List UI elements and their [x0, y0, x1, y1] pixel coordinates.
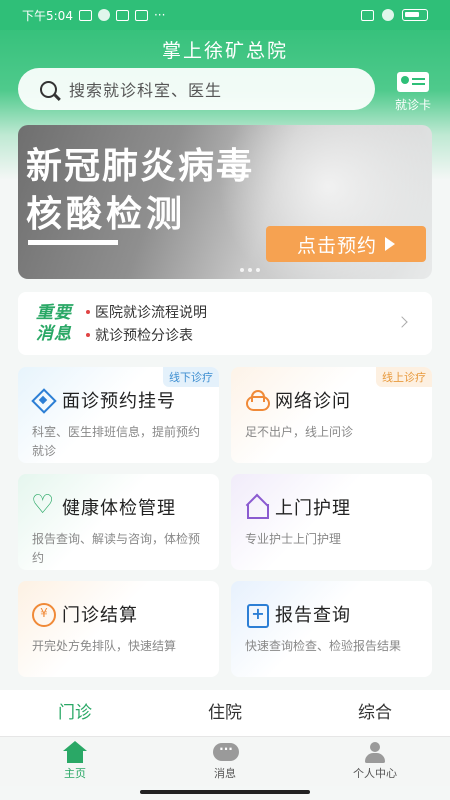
banner-title-line1: 新冠肺炎病毒	[26, 146, 255, 187]
important-news[interactable]: 重要 消息 医院就诊流程说明 就诊预检分诊表	[18, 292, 432, 355]
diamond-icon	[32, 389, 54, 411]
news-tag-line2: 消息	[36, 323, 72, 344]
search-input[interactable]: 搜索就诊科室、医生	[18, 68, 375, 110]
chevron-right-icon[interactable]	[396, 316, 408, 328]
play-icon	[385, 237, 395, 251]
app-title: 掌上徐矿总院	[161, 40, 288, 62]
tab-outpatient[interactable]: 门诊	[0, 690, 150, 736]
home-icon	[61, 741, 89, 765]
carousel-indicator	[240, 268, 260, 272]
service-title: 报告查询	[275, 605, 351, 626]
service-health-checkup[interactable]: 健康体检管理 报告查询、解读与咨询，体检预约	[18, 474, 219, 570]
nav-label: 个人中心	[353, 767, 397, 780]
carousel-dot	[248, 268, 252, 272]
message-icon	[211, 741, 239, 765]
service-title: 上门护理	[275, 498, 351, 519]
nav-label: 消息	[214, 767, 236, 780]
service-appointment[interactable]: 线下诊疗 面诊预约挂号 科室、医生排班信息，提前预约就诊	[18, 367, 219, 463]
service-desc: 足不出户，线上问诊	[245, 425, 354, 439]
medical-card-label: 就诊卡	[394, 98, 431, 112]
carousel-dot	[240, 268, 244, 272]
nav-label: 主页	[64, 767, 86, 780]
heart-icon	[31, 490, 54, 520]
news-item[interactable]: 就诊预检分诊表	[86, 325, 207, 345]
service-title: 面诊预约挂号	[62, 391, 176, 412]
download-icon	[115, 9, 129, 21]
online-badge: 线上诊疗	[376, 367, 432, 387]
service-title: 门诊结算	[62, 605, 138, 626]
promo-banner[interactable]: 新冠肺炎病毒 核酸检测 点击预约	[18, 125, 432, 279]
service-desc: 开完处方免排队，快速结算	[32, 639, 177, 653]
search-placeholder: 搜索就诊科室、医生	[69, 81, 223, 100]
tab-inpatient[interactable]: 住院	[150, 690, 300, 736]
service-home-care[interactable]: 上门护理 专业护士上门护理	[231, 474, 432, 570]
banner-book-button[interactable]: 点击预约	[266, 226, 426, 262]
service-report-query[interactable]: 报告查询 快速查询检查、检验报告结果	[231, 581, 432, 677]
service-desc: 快速查询检查、检验报告结果	[245, 639, 402, 653]
nav-messages[interactable]: 消息	[150, 737, 300, 786]
banner-title-line2: 核酸检测	[26, 194, 187, 235]
nav-home[interactable]: 主页	[0, 737, 150, 786]
medical-card-button[interactable]: 就诊卡	[388, 72, 438, 114]
banner-divider	[28, 240, 118, 245]
app-notification-icon	[97, 9, 110, 21]
offline-badge: 线下诊疗	[163, 367, 219, 387]
service-online-consult[interactable]: 线上诊疗 网络诊问 足不出户，线上问诊	[231, 367, 432, 463]
bottom-nav: 主页 消息 个人中心	[0, 736, 450, 786]
wifi-icon	[382, 9, 394, 21]
status-time: 下午5:04	[22, 8, 73, 23]
banner-book-label: 点击预约	[296, 234, 377, 257]
search-icon	[40, 80, 57, 98]
service-title: 网络诊问	[275, 391, 351, 412]
service-desc: 报告查询、解读与咨询，体检预约	[32, 532, 201, 565]
house-icon	[245, 496, 269, 519]
news-tag: 重要 消息	[36, 303, 72, 345]
tab-general[interactable]: 综合	[300, 690, 450, 736]
user-icon	[361, 741, 389, 765]
mute-icon	[78, 9, 92, 21]
mi-icon	[134, 9, 148, 21]
sim-icon	[361, 9, 374, 21]
id-card-icon	[397, 72, 429, 92]
yuan-coin-icon	[32, 603, 56, 627]
service-desc: 科室、医生排班信息，提前预约就诊	[32, 425, 201, 458]
service-outpatient-payment[interactable]: 门诊结算 开完处方免排队，快速结算	[18, 581, 219, 677]
news-list: 医院就诊流程说明 就诊预检分诊表	[86, 302, 207, 345]
status-bar: 下午5:04 ···	[0, 0, 450, 30]
category-tabs: 门诊 住院 综合	[0, 690, 450, 736]
news-tag-line1: 重要	[36, 302, 72, 323]
status-more: ···	[153, 8, 166, 22]
service-desc: 专业护士上门护理	[245, 532, 342, 546]
report-icon	[245, 603, 269, 628]
news-item[interactable]: 医院就诊流程说明	[86, 302, 207, 322]
carousel-dot	[256, 268, 260, 272]
nav-profile[interactable]: 个人中心	[300, 737, 450, 786]
service-title: 健康体检管理	[62, 498, 176, 519]
battery-icon	[402, 9, 428, 21]
cloud-icon	[245, 389, 270, 411]
home-indicator[interactable]	[140, 790, 310, 794]
